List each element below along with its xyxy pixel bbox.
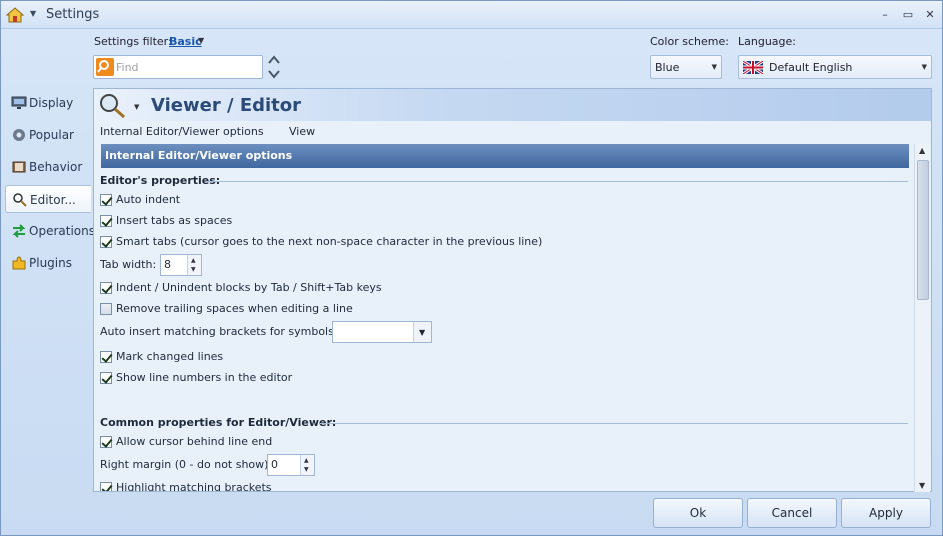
right-margin-label: Right margin (0 - do not show)	[100, 458, 269, 471]
sidebar-item-label: Operations	[29, 224, 95, 238]
sidebar-item-behavior[interactable]: Behavior	[5, 153, 91, 181]
color-scheme-label: Color scheme:	[650, 35, 729, 48]
color-scheme-select[interactable]: Blue ▼	[650, 55, 722, 79]
sidebar-item-plugins[interactable]: Plugins	[5, 249, 91, 277]
sidebar-item-label: Display	[29, 96, 74, 110]
title-menu-caret-icon[interactable]: ▼	[30, 9, 36, 18]
section-title: Internal Editor/Viewer options	[105, 149, 293, 162]
apply-button[interactable]: Apply	[841, 498, 931, 528]
checkbox[interactable]	[100, 303, 112, 315]
chevron-down-icon: ▼	[711, 63, 717, 71]
divider	[320, 423, 908, 424]
settings-filter-label: Settings filter:	[94, 35, 172, 48]
right-margin-value[interactable]: 0	[271, 458, 278, 471]
monitor-icon	[11, 96, 27, 109]
puzzle-icon	[12, 256, 26, 270]
options-content: Editor's properties: Auto indent Insert …	[94, 169, 914, 491]
maximize-icon[interactable]: ▭	[899, 6, 917, 24]
magnifier-pen-icon[interactable]	[97, 92, 127, 120]
tab-view[interactable]: View	[289, 125, 315, 138]
scroll-thumb[interactable]	[917, 160, 929, 300]
search-box[interactable]	[93, 55, 263, 79]
color-scheme-value: Blue	[655, 61, 680, 74]
checkbox[interactable]	[100, 372, 112, 384]
minimize-icon[interactable]: –	[876, 6, 894, 24]
right-margin-stepper[interactable]: 0 ▲ ▼	[267, 454, 315, 476]
tab-width-label: Tab width:	[100, 258, 157, 271]
checkbox[interactable]	[100, 215, 112, 227]
spin-down-icon[interactable]: ▼	[304, 466, 309, 473]
sidebar-item-editor[interactable]: Editor...	[5, 185, 91, 213]
group-heading-common: Common properties for Editor/Viewer:	[100, 416, 337, 429]
search-input[interactable]	[116, 58, 260, 76]
page-title: Viewer / Editor	[151, 95, 302, 116]
checkbox[interactable]	[100, 436, 112, 448]
tab-width-value[interactable]: 8	[164, 258, 171, 271]
sidebar-item-operations[interactable]: Operations	[5, 217, 95, 245]
sidebar-item-label: Plugins	[29, 256, 72, 270]
checkbox[interactable]	[100, 482, 112, 491]
expand-collapse-icon[interactable]	[267, 54, 281, 80]
language-value: Default English	[769, 61, 853, 74]
settings-filter-link[interactable]: Basic	[169, 35, 202, 48]
arrows-icon	[12, 224, 26, 238]
spin-down-icon[interactable]: ▼	[191, 266, 196, 273]
sidebar-item-display[interactable]: Display	[5, 89, 91, 117]
group-heading-editor: Editor's properties:	[100, 174, 221, 187]
language-select[interactable]: Default English ▼	[738, 55, 932, 79]
chevron-down-icon: ▼	[419, 328, 426, 337]
book-icon	[12, 161, 26, 173]
sidebar-item-label: Behavior	[29, 160, 83, 174]
divider	[206, 181, 908, 182]
scroll-up-icon[interactable]: ▲	[919, 146, 925, 155]
auto-brackets-select[interactable]: ▼	[332, 321, 432, 343]
uk-flag-icon	[743, 61, 763, 74]
cancel-button[interactable]: Cancel	[747, 498, 837, 528]
tab-width-stepper[interactable]: 8 ▲ ▼	[160, 254, 202, 276]
close-icon[interactable]: ✕	[921, 6, 939, 24]
panel-tabs: Internal Editor/Viewer options View	[94, 121, 931, 143]
ok-button[interactable]: Ok	[653, 498, 743, 528]
magnifier-pen-icon	[13, 193, 27, 207]
sidebar-item-label: Editor...	[30, 193, 76, 207]
search-icon	[96, 58, 114, 76]
checkbox[interactable]	[100, 236, 112, 248]
sidebar-item-popular[interactable]: Popular	[5, 121, 91, 149]
settings-panel: ▼ Viewer / Editor Internal Editor/Viewer…	[93, 88, 932, 492]
window-title: Settings	[46, 7, 100, 22]
settings-window: ▼ Settings – ▭ ✕ Settings filter: Basic …	[0, 0, 943, 536]
gear-icon	[13, 129, 25, 141]
spin-up-icon[interactable]: ▲	[191, 257, 196, 264]
title-bar: ▼ Settings – ▭ ✕	[1, 1, 942, 29]
checkbox[interactable]	[100, 282, 112, 294]
language-label: Language:	[738, 35, 796, 48]
section-header: Internal Editor/Viewer options	[101, 144, 909, 168]
chevron-down-icon[interactable]: ▼	[134, 103, 139, 111]
vertical-scrollbar[interactable]: ▲ ▼	[914, 144, 930, 492]
checkbox[interactable]	[100, 194, 112, 206]
tab-internal-editor-viewer-options[interactable]: Internal Editor/Viewer options	[100, 125, 264, 138]
panel-header: ▼ Viewer / Editor	[94, 89, 931, 121]
auto-brackets-label: Auto insert matching brackets for symbol…	[100, 325, 338, 338]
checkbox[interactable]	[100, 351, 112, 363]
filter-caret-icon[interactable]: ▼	[198, 36, 204, 45]
chevron-down-icon: ▼	[921, 63, 927, 71]
sidebar-item-label: Popular	[29, 128, 74, 142]
home-icon[interactable]	[5, 5, 25, 25]
spin-up-icon[interactable]: ▲	[304, 457, 309, 464]
scroll-down-icon[interactable]: ▼	[919, 481, 925, 490]
